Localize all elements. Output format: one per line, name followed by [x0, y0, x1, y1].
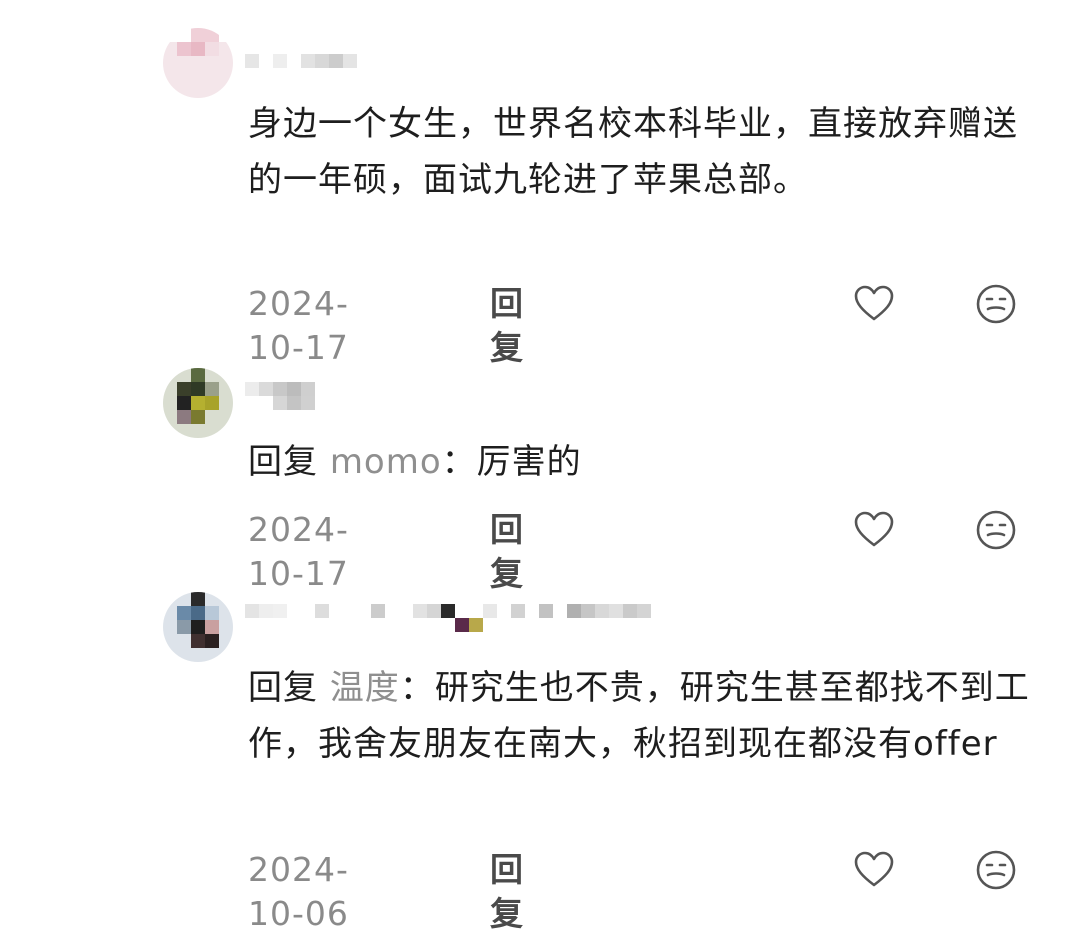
comment-date: 2024-10-17	[248, 284, 349, 367]
reply-button[interactable]: 回复	[490, 282, 523, 370]
reply-button[interactable]: 回复	[490, 508, 523, 596]
avatar[interactable]	[163, 368, 233, 438]
comment-date: 2024-10-17	[248, 510, 349, 593]
avatar[interactable]	[163, 592, 233, 662]
reply-separator: ：	[399, 668, 435, 708]
comment-text: 回复 温度：研究生也不贵，研究生甚至都找不到工作，我舍友朋友在南大，秋招到现在都…	[248, 660, 1038, 772]
neutral-face-icon[interactable]	[974, 508, 1018, 552]
heart-outline-icon[interactable]	[852, 282, 896, 326]
comment-text: 回复 momo：厉害的	[248, 434, 1038, 490]
comment-text: 身边一个女生，世界名校本科毕业，直接放弃赠送的一年硕，面试九轮进了苹果总部。	[248, 104, 1018, 200]
reply-prefix: 回复	[248, 442, 318, 482]
reply-target-user[interactable]: 温度	[330, 668, 400, 708]
neutral-face-icon[interactable]	[974, 282, 1018, 326]
reply-button[interactable]: 回复	[490, 848, 523, 936]
neutral-face-icon[interactable]	[974, 848, 1018, 892]
reply-body: 厉害的	[476, 442, 582, 482]
heart-outline-icon[interactable]	[852, 508, 896, 552]
avatar[interactable]	[163, 28, 233, 98]
comment-date: 2024-10-06	[248, 850, 349, 933]
reply-target-user[interactable]: momo	[330, 442, 442, 482]
reply-separator: ：	[441, 442, 477, 482]
reply-prefix: 回复	[248, 668, 318, 708]
heart-outline-icon[interactable]	[852, 848, 896, 892]
